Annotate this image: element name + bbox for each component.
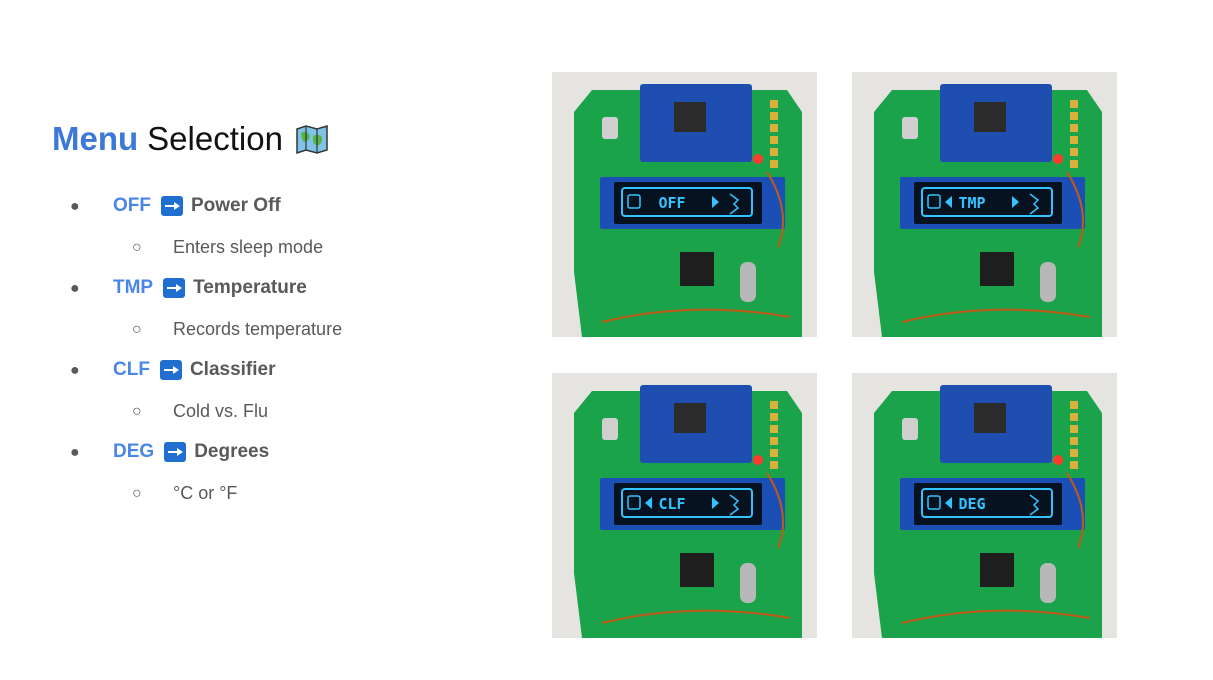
svg-text:TMP: TMP (958, 194, 985, 212)
arrow-right-icon (161, 196, 183, 216)
sub-bullet: ○ (132, 485, 142, 502)
list-subitem: Cold vs. Flu (173, 401, 269, 421)
arrow-right-icon (159, 360, 182, 380)
menu-name: Degrees (194, 441, 270, 462)
map-icon (295, 124, 329, 155)
svg-text:OFF: OFF (658, 194, 685, 212)
device-photo: CLF (552, 373, 817, 638)
menu-name: Classifier (189, 359, 276, 380)
list-item: OFF Power Off (113, 195, 281, 217)
list-item: DEG Degrees (113, 441, 269, 463)
list-item: CLF Classifier (113, 359, 275, 381)
slide-title: Menu Selection (52, 120, 329, 158)
menu-name: Power Off (191, 195, 281, 216)
device-photo: DEG (852, 373, 1117, 638)
device-photo: TMP (852, 72, 1117, 337)
menu-code: TMP (113, 277, 154, 298)
bullet: ● (70, 362, 80, 379)
bullet: ● (70, 280, 80, 297)
title-accent: Menu (52, 120, 139, 157)
list-subitem: °C or °F (173, 483, 238, 503)
arrow-right-icon (164, 442, 187, 462)
menu-code: OFF (113, 195, 151, 216)
device-photo: OFF (552, 72, 817, 337)
list-subitem: Enters sleep mode (173, 237, 324, 257)
title-rest: Selection (147, 120, 283, 157)
menu-name: Temperature (193, 277, 307, 298)
bullet: ● (70, 198, 80, 215)
arrow-right-icon (163, 278, 186, 298)
sub-bullet: ○ (132, 239, 142, 256)
svg-text:CLF: CLF (658, 495, 685, 513)
menu-code: DEG (113, 441, 155, 462)
list-subitem: Records temperature (173, 319, 343, 339)
sub-bullet: ○ (132, 403, 142, 420)
bullet: ● (70, 444, 80, 461)
sub-bullet: ○ (132, 321, 142, 338)
svg-text:DEG: DEG (958, 495, 985, 513)
list-item: TMP Temperature (113, 277, 307, 299)
menu-code: CLF (113, 359, 150, 380)
